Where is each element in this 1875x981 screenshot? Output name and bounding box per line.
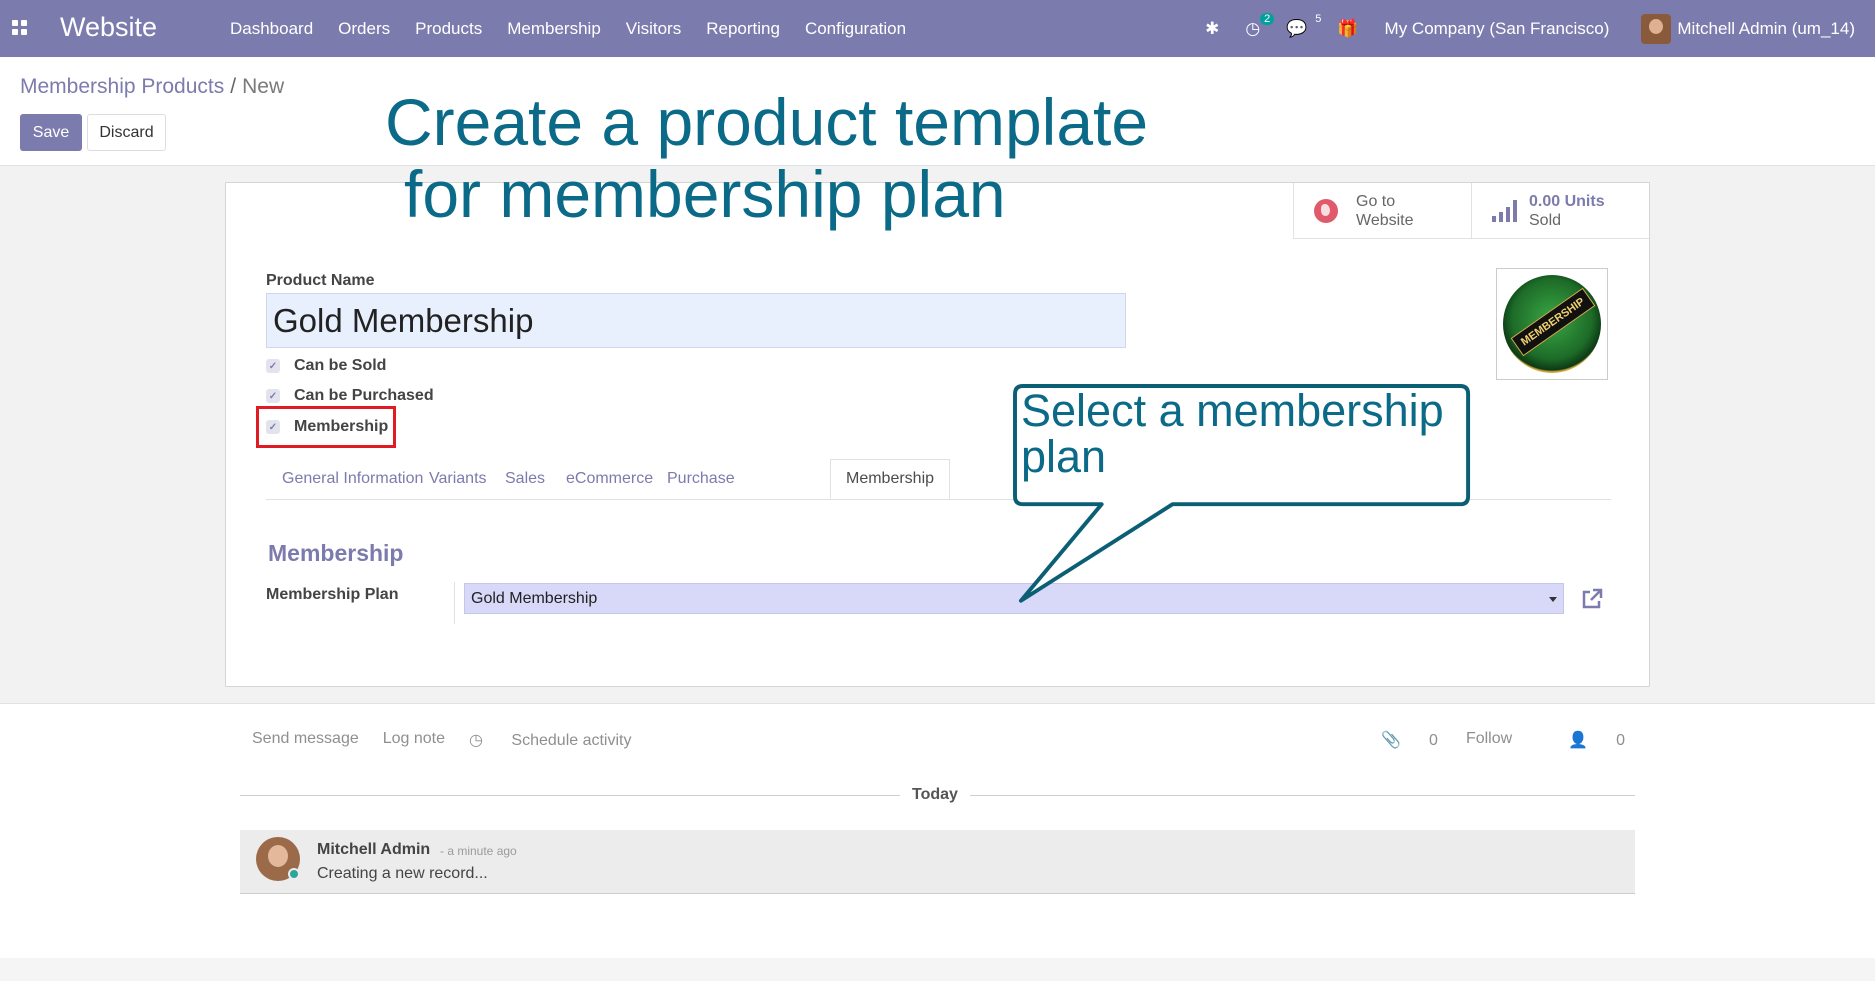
clock-icon: ◷: [469, 732, 488, 749]
page-footer: [0, 958, 1875, 981]
chevron-down-icon[interactable]: [1549, 597, 1557, 602]
menu-membership[interactable]: Membership: [507, 19, 601, 39]
check-icon: ✓: [266, 389, 280, 403]
callout-text: Select a membership plan: [1021, 385, 1444, 482]
menu-configuration[interactable]: Configuration: [805, 19, 906, 39]
membership-seal-image: MEMBERSHIP: [1503, 275, 1601, 373]
tab-sales[interactable]: Sales: [505, 459, 545, 499]
globe-icon: [1314, 198, 1338, 223]
field-divider: [454, 582, 455, 624]
tab-membership[interactable]: Membership: [830, 459, 951, 499]
membership-section-title: Membership: [268, 540, 404, 566]
can-be-purchased-label: Can be Purchased: [294, 387, 434, 404]
tab-ecommerce[interactable]: eCommerce: [566, 459, 653, 499]
external-link-icon[interactable]: [1580, 587, 1604, 611]
signal-bars-icon: [1492, 199, 1517, 222]
breadcrumb-current: New: [242, 75, 285, 98]
chatter-actions: Send message Log note ◷ Schedule activit…: [252, 730, 679, 750]
message-time: - a minute ago: [440, 844, 517, 858]
menu-reporting[interactable]: Reporting: [706, 19, 780, 39]
product-name-label: Product Name: [266, 272, 375, 289]
breadcrumb-parent[interactable]: Membership Products: [20, 75, 224, 98]
menu-orders[interactable]: Orders: [338, 19, 390, 39]
gift-icon[interactable]: 🎁: [1337, 19, 1358, 39]
paperclip-icon: 📎: [1381, 732, 1402, 749]
product-image[interactable]: MEMBERSHIP: [1496, 268, 1608, 380]
chatter-message: Mitchell Admin - a minute ago Creating a…: [240, 830, 1635, 894]
can-be-sold-label: Can be Sold: [294, 357, 387, 374]
product-name-input[interactable]: Gold Membership: [266, 293, 1126, 348]
can-be-sold-checkbox[interactable]: ✓ Can be Sold: [266, 357, 386, 375]
menu-dashboard[interactable]: Dashboard: [230, 19, 313, 39]
apps-menu-icon[interactable]: [12, 20, 28, 36]
activity-clock-icon[interactable]: ◷ 2: [1245, 12, 1275, 39]
membership-plan-label: Membership Plan: [266, 586, 399, 603]
membership-highlight-box: [256, 406, 396, 448]
membership-plan-value: Gold Membership: [471, 589, 598, 607]
save-button[interactable]: Save: [20, 114, 82, 151]
company-switcher[interactable]: My Company (San Francisco): [1385, 19, 1610, 39]
tutorial-title-line2: for membership plan: [404, 157, 1006, 231]
tab-general-information[interactable]: General Information: [282, 459, 423, 499]
followers-count: 0: [1616, 732, 1625, 749]
user-menu[interactable]: Mitchell Admin (um_14): [1677, 19, 1855, 39]
messages-chat-icon[interactable]: 💬 5: [1286, 13, 1321, 39]
breadcrumb-separator: /: [230, 75, 237, 98]
user-avatar[interactable]: [1641, 13, 1672, 44]
message-body: Creating a new record...: [317, 865, 488, 882]
units-sold-button[interactable]: 0.00 Units Sold: [1471, 183, 1649, 238]
send-message-button[interactable]: Send message: [252, 730, 359, 750]
schedule-activity-label: Schedule activity: [511, 732, 632, 749]
schedule-activity-button[interactable]: ◷ Schedule activity: [469, 730, 655, 750]
message-author[interactable]: Mitchell Admin: [317, 841, 430, 859]
top-navbar: Website Dashboard Orders Products Member…: [0, 0, 1875, 57]
tutorial-title-line1: Create a product template: [385, 85, 1149, 159]
date-separator: Today: [900, 786, 970, 804]
activity-badge: 2: [1260, 12, 1275, 25]
app-name[interactable]: Website: [60, 12, 157, 43]
messages-badge: 5: [1315, 12, 1322, 25]
tab-variants[interactable]: Variants: [429, 459, 487, 499]
can-be-purchased-checkbox[interactable]: ✓ Can be Purchased: [266, 387, 434, 405]
attachments-button[interactable]: 📎 0: [1353, 730, 1438, 750]
followers-button[interactable]: 👤 0: [1540, 730, 1625, 750]
check-icon: ✓: [266, 359, 280, 373]
website-line1: Go to: [1356, 192, 1396, 210]
menu-products[interactable]: Products: [415, 19, 482, 39]
main-menu: Dashboard Orders Products Membership Vis…: [230, 19, 931, 39]
online-status-icon: [288, 868, 300, 880]
tutorial-title: Create a product template for membership…: [385, 86, 1148, 230]
log-note-button[interactable]: Log note: [383, 730, 445, 750]
menu-visitors[interactable]: Visitors: [626, 19, 681, 39]
breadcrumb: Membership Products / New: [20, 75, 284, 99]
systray: ✱ ◷ 2 💬 5 🎁 My Company (San Francisco) Mit…: [1205, 0, 1875, 57]
debug-bug-icon[interactable]: ✱: [1205, 19, 1219, 39]
go-to-website-button[interactable]: Go to Website: [1293, 183, 1471, 238]
website-line2: Website: [1356, 211, 1414, 229]
smart-button-box: Go to Website 0.00 Units Sold: [1293, 183, 1649, 239]
units-sold-value: 0.00 Units: [1529, 192, 1605, 210]
follow-button[interactable]: Follow: [1466, 730, 1512, 750]
chatter-topbar-right: 📎 0 Follow 👤 0: [1325, 730, 1625, 750]
seal-ribbon: MEMBERSHIP: [1510, 287, 1596, 357]
units-sold-label: Sold: [1529, 211, 1562, 229]
discard-button[interactable]: Discard: [87, 114, 166, 151]
tab-purchase[interactable]: Purchase: [667, 459, 735, 499]
user-icon: 👤: [1568, 732, 1589, 749]
attachments-count: 0: [1429, 732, 1438, 749]
